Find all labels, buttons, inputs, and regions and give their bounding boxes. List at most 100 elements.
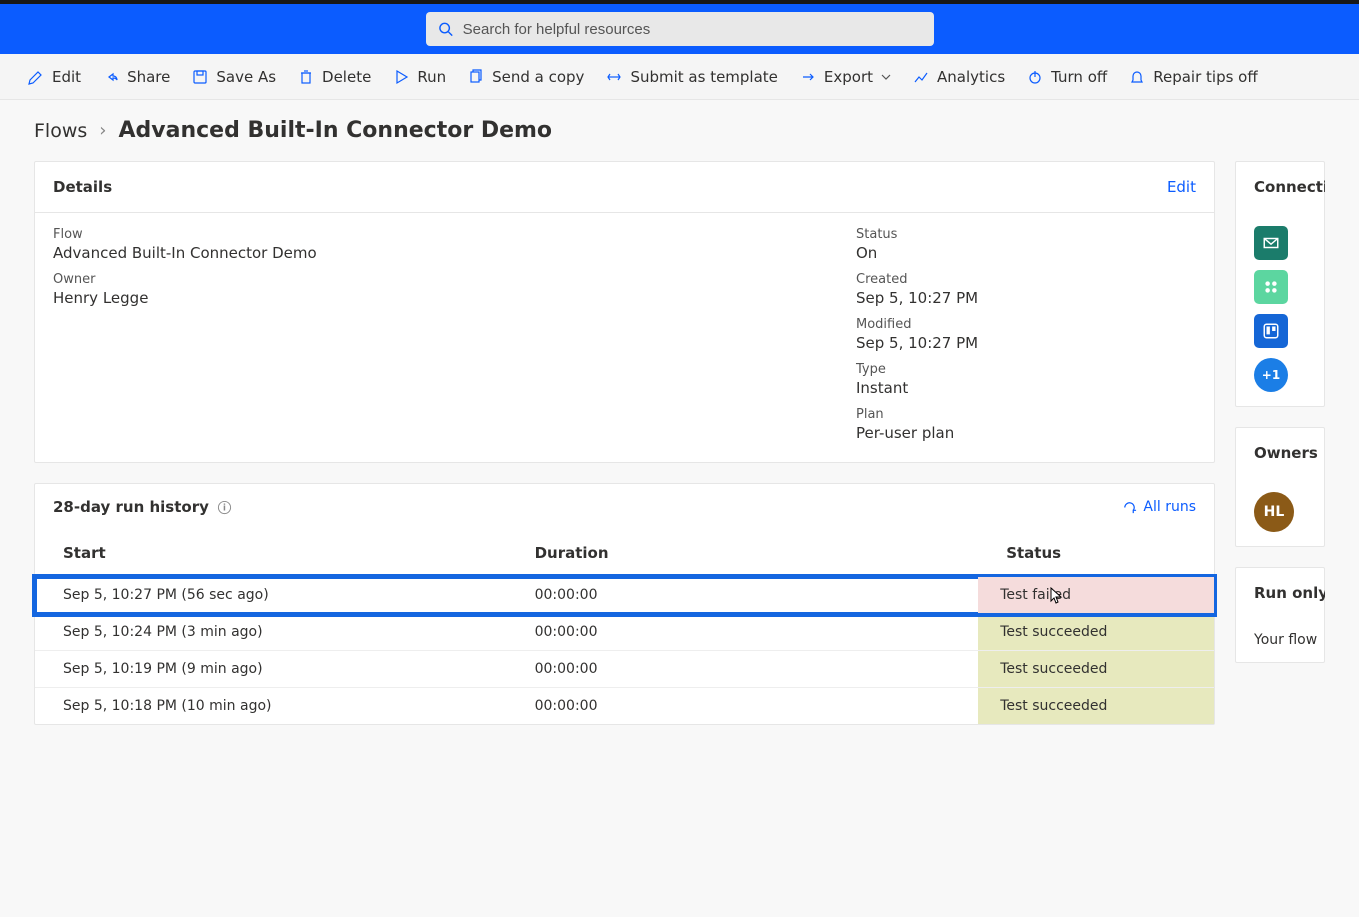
bell-icon <box>1129 69 1145 85</box>
owners-title: Owners <box>1254 444 1318 462</box>
history-row[interactable]: Sep 5, 10:18 PM (10 min ago)00:00:00Test… <box>35 688 1214 725</box>
allruns-label: All runs <box>1143 499 1196 515</box>
created-label: Created <box>856 272 1196 287</box>
plan-label: Plan <box>856 407 1196 422</box>
status-badge: Test succeeded <box>978 614 1214 650</box>
type-value: Instant <box>856 379 1196 397</box>
share-icon <box>103 69 119 85</box>
status-value: On <box>856 244 1196 262</box>
modified-value: Sep 5, 10:27 PM <box>856 334 1196 352</box>
cmd-label: Run <box>417 68 446 86</box>
cmd-label: Repair tips off <box>1153 68 1257 86</box>
more-connectors-badge[interactable]: +1 <box>1254 358 1288 392</box>
saveas-button[interactable]: Save As <box>192 68 276 86</box>
cell-duration: 00:00:00 <box>507 577 979 614</box>
cmd-label: Edit <box>52 68 81 86</box>
details-edit-link[interactable]: Edit <box>1167 178 1196 196</box>
cell-duration: 00:00:00 <box>507 688 979 725</box>
breadcrumb-root[interactable]: Flows <box>34 120 87 142</box>
svg-text:i: i <box>223 502 226 512</box>
cell-start: Sep 5, 10:18 PM (10 min ago) <box>35 688 507 725</box>
power-icon <box>1027 69 1043 85</box>
cmd-label: Turn off <box>1051 68 1107 86</box>
save-icon <box>192 69 208 85</box>
search-input[interactable] <box>463 21 922 38</box>
sendcopy-button[interactable]: Send a copy <box>468 68 584 86</box>
share-button[interactable]: Share <box>103 68 170 86</box>
chevron-right-icon: › <box>99 120 106 141</box>
search-box[interactable] <box>426 12 934 46</box>
export-button[interactable]: Export <box>800 68 891 86</box>
flow-label: Flow <box>53 227 816 242</box>
history-row[interactable]: Sep 5, 10:19 PM (9 min ago)00:00:00Test … <box>35 651 1214 688</box>
breadcrumb-leaf: Advanced Built-In Connector Demo <box>118 118 552 143</box>
submittpl-button[interactable]: Submit as template <box>606 68 777 86</box>
cmd-label: Analytics <box>937 68 1005 86</box>
col-status: Status <box>978 530 1214 577</box>
chevron-down-icon <box>881 72 891 82</box>
top-bar <box>0 0 1359 54</box>
slack-connector-icon[interactable] <box>1254 270 1288 304</box>
history-row[interactable]: Sep 5, 10:27 PM (56 sec ago)00:00:00Test… <box>35 577 1214 614</box>
export-icon <box>800 69 816 85</box>
mail-connector-icon[interactable] <box>1254 226 1288 260</box>
created-value: Sep 5, 10:27 PM <box>856 289 1196 307</box>
status-badge: Test succeeded <box>978 688 1214 724</box>
play-icon <box>393 69 409 85</box>
trello-connector-icon[interactable] <box>1254 314 1288 348</box>
runonly-title: Run only <box>1254 584 1325 602</box>
cell-status: Test succeeded <box>978 651 1214 688</box>
type-label: Type <box>856 362 1196 377</box>
col-duration: Duration <box>507 530 979 577</box>
cursor-icon <box>1050 587 1064 609</box>
delete-button[interactable]: Delete <box>298 68 371 86</box>
connections-title: Connections <box>1254 178 1325 196</box>
owner-label: Owner <box>53 272 816 287</box>
run-button[interactable]: Run <box>393 68 446 86</box>
pencil-icon <box>28 69 44 85</box>
runonly-card: Run only Your flow <box>1235 567 1325 663</box>
runonly-text: Your flow <box>1254 632 1317 648</box>
repair-button[interactable]: Repair tips off <box>1129 68 1257 86</box>
status-badge: Test succeeded <box>978 651 1214 687</box>
trash-icon <box>298 69 314 85</box>
flow-value: Advanced Built-In Connector Demo <box>53 244 816 262</box>
owners-card: Owners HL <box>1235 427 1325 547</box>
cmd-label: Submit as template <box>630 68 777 86</box>
edit-button[interactable]: Edit <box>28 68 81 86</box>
owner-value: Henry Legge <box>53 289 816 307</box>
connections-card: Connections +1 <box>1235 161 1325 407</box>
col-start: Start <box>35 530 507 577</box>
cell-status: Test succeeded <box>978 614 1214 651</box>
info-icon[interactable]: i <box>217 499 233 515</box>
cell-start: Sep 5, 10:24 PM (3 min ago) <box>35 614 507 651</box>
plan-value: Per-user plan <box>856 424 1196 442</box>
analytics-button[interactable]: Analytics <box>913 68 1005 86</box>
command-bar: Edit Share Save As Delete Run Send a cop… <box>0 54 1359 100</box>
cell-status: Test succeeded <box>978 688 1214 725</box>
cell-status: Test failed <box>978 577 1214 614</box>
template-icon <box>606 69 622 85</box>
details-card: Details Edit Flow Advanced Built-In Conn… <box>34 161 1215 463</box>
analytics-icon <box>913 69 929 85</box>
status-badge: Test failed <box>978 577 1214 613</box>
history-card: 28-day run history i All runs Start Dura… <box>34 483 1215 725</box>
cmd-label: Share <box>127 68 170 86</box>
details-title: Details <box>53 178 112 196</box>
cell-duration: 00:00:00 <box>507 651 979 688</box>
refresh-icon <box>1122 500 1137 515</box>
status-label: Status <box>856 227 1196 242</box>
cell-start: Sep 5, 10:19 PM (9 min ago) <box>35 651 507 688</box>
copy-icon <box>468 69 484 85</box>
history-title: 28-day run history <box>53 498 209 516</box>
cell-duration: 00:00:00 <box>507 614 979 651</box>
turnoff-button[interactable]: Turn off <box>1027 68 1107 86</box>
owner-avatar[interactable]: HL <box>1254 492 1294 532</box>
breadcrumb: Flows › Advanced Built-In Connector Demo <box>0 100 1359 161</box>
search-icon <box>438 21 453 37</box>
cell-start: Sep 5, 10:27 PM (56 sec ago) <box>35 577 507 614</box>
cmd-label: Save As <box>216 68 276 86</box>
history-table: Start Duration Status Sep 5, 10:27 PM (5… <box>35 530 1214 724</box>
allruns-link[interactable]: All runs <box>1122 499 1196 515</box>
history-row[interactable]: Sep 5, 10:24 PM (3 min ago)00:00:00Test … <box>35 614 1214 651</box>
